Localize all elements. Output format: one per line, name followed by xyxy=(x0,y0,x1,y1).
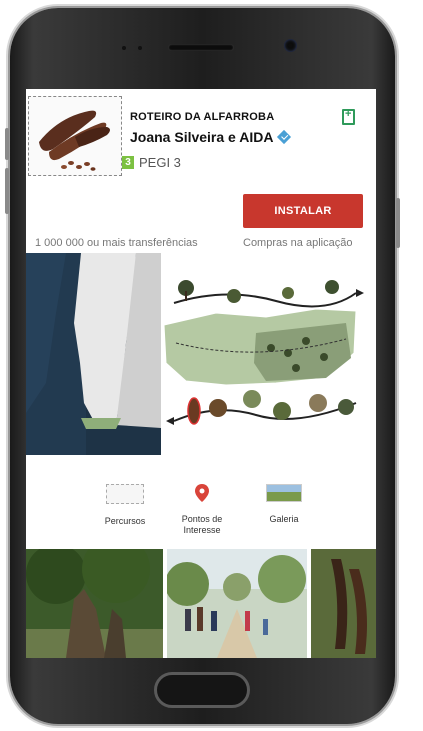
location-pin-icon xyxy=(195,484,209,502)
screenshot-pods[interactable] xyxy=(311,549,376,658)
in-app-purchases-note: Compras na aplicação xyxy=(243,237,353,249)
add-to-wishlist-icon[interactable] xyxy=(342,108,355,125)
power-button xyxy=(396,198,400,248)
walking-group-photo xyxy=(167,549,307,658)
app-title: ROTEIRO DA ALFARROBA xyxy=(130,111,275,123)
install-button[interactable]: INSTALAR xyxy=(243,194,363,228)
nav-routes-label: Percursos xyxy=(104,516,146,526)
screenshot-walkers[interactable] xyxy=(167,549,307,658)
developer-name[interactable]: Joana Silveira e AIDA xyxy=(130,129,273,145)
app-icon-carob xyxy=(28,96,122,176)
rating-label: PEGI 3 xyxy=(139,155,181,170)
verified-badge-icon xyxy=(277,129,292,145)
sensor-dot xyxy=(122,46,126,50)
routes-map-icon xyxy=(106,484,144,504)
app-screen: ROTEIRO DA ALFARROBA Joana Silveira e AI… xyxy=(26,89,376,658)
earpiece-speaker xyxy=(168,44,234,51)
feature-map-illustration xyxy=(26,253,376,455)
volume-down-button xyxy=(5,168,9,214)
front-camera xyxy=(284,39,297,52)
nav-routes[interactable]: Percursos xyxy=(85,484,165,527)
nav-poi-label: Pontos de Interesse xyxy=(181,514,223,535)
pegi-badge-icon: 3 xyxy=(122,156,134,169)
feature-graphic xyxy=(26,253,376,455)
carob-image xyxy=(39,110,110,171)
sensor-dot xyxy=(138,46,142,50)
home-button[interactable] xyxy=(154,672,250,708)
volume-up-button xyxy=(5,128,9,160)
screenshot-tree[interactable] xyxy=(26,549,163,658)
downloads-count: 1 000 000 ou mais transferências xyxy=(35,237,198,249)
carob-pods-photo xyxy=(311,549,376,658)
nav-gallery-label: Galeria xyxy=(269,514,299,524)
content-rating: 3 PEGI 3 xyxy=(122,155,181,170)
nav-points-of-interest[interactable]: Pontos de Interesse xyxy=(162,484,242,536)
developer-row[interactable]: Joana Silveira e AIDA xyxy=(130,129,292,145)
nav-gallery[interactable]: Galeria xyxy=(244,484,324,525)
gallery-photo-icon xyxy=(266,484,302,502)
carob-tree-photo xyxy=(26,549,163,658)
